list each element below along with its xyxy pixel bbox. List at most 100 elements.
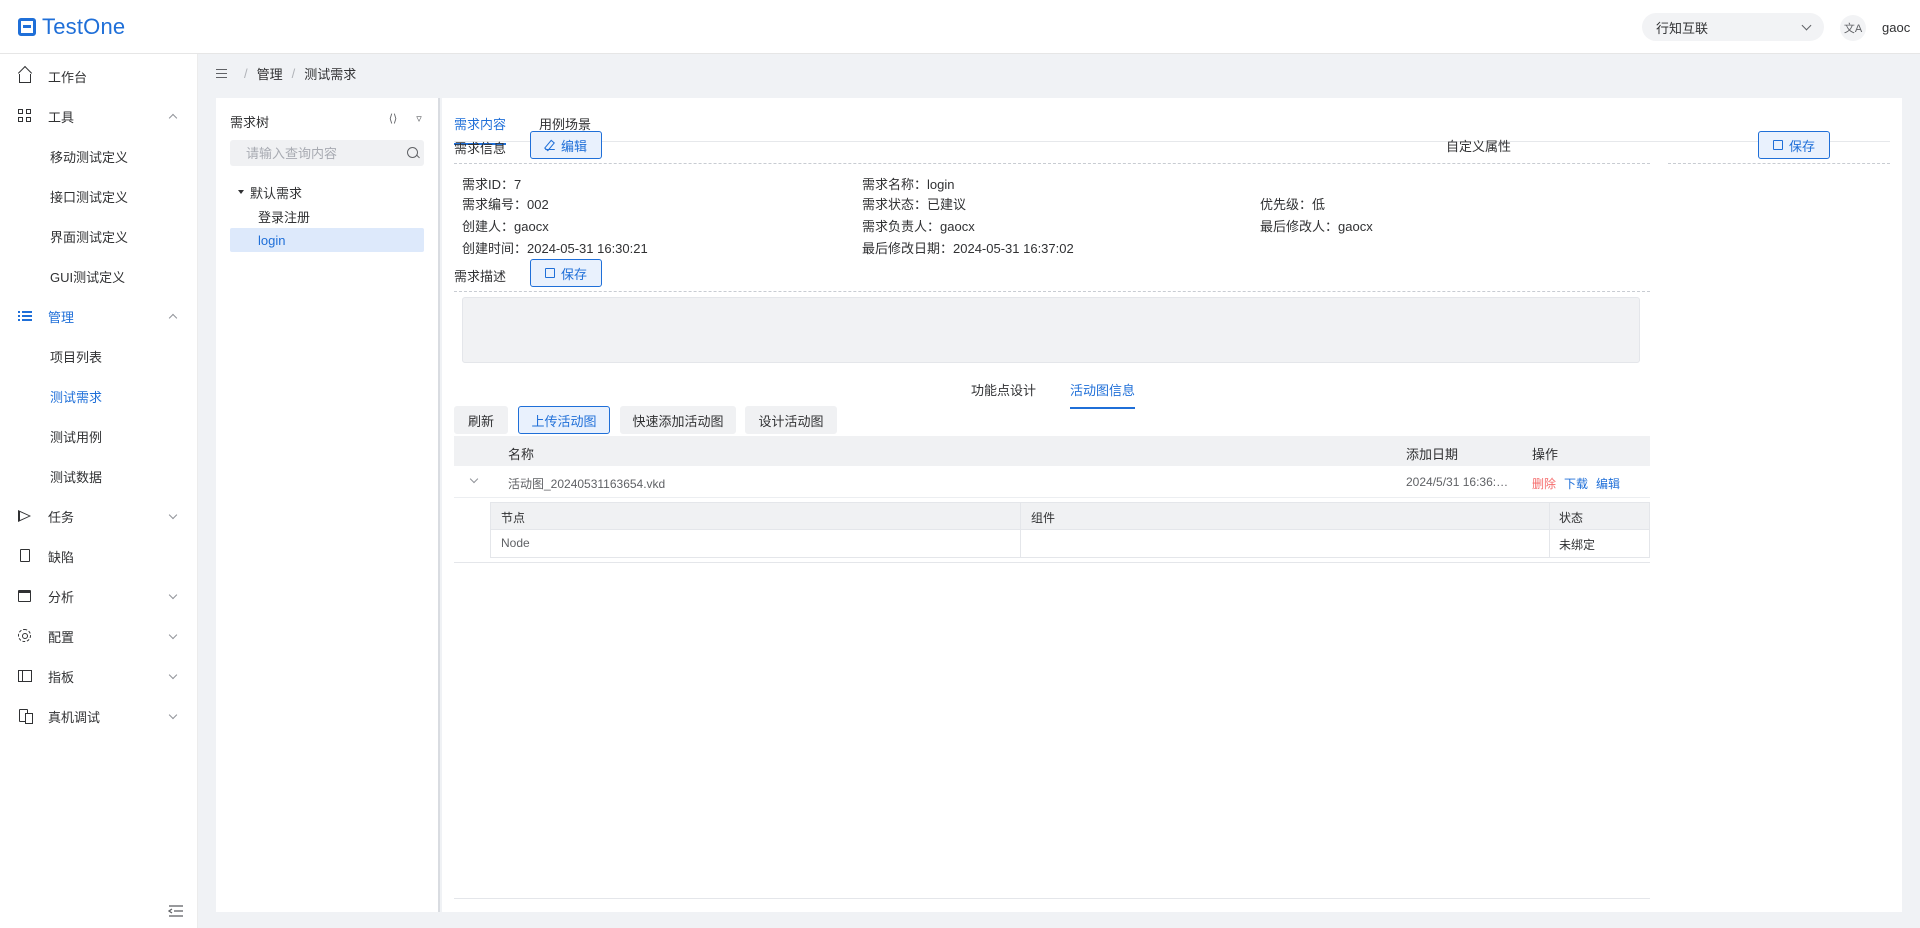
sidebar-item-tasks[interactable]: 任务 <box>0 496 198 536</box>
filter-icon[interactable]: ▿ <box>412 112 426 126</box>
app-logo[interactable]: TestOne <box>18 14 125 40</box>
requirement-tree-panel: 需求树 ⟨⟩ ▿ 默认需求 登录注册 login <box>216 98 438 912</box>
sidebar-item-device-debug[interactable]: 真机调试 <box>0 696 198 736</box>
sidebar-sub-test-data[interactable]: 测试数据 <box>0 456 198 496</box>
sidebar-sub-mobile-test[interactable]: 移动测试定义 <box>0 136 198 176</box>
sidebar-sub-project-list[interactable]: 项目列表 <box>0 336 198 376</box>
main-panel: 需求内容 用例场景 需求信息 编辑 自定义属性 保存 需求ID：7 需求名称：l… <box>442 98 1902 912</box>
expand-row-icon[interactable] <box>469 474 479 484</box>
sidebar-item-manage[interactable]: 管理 <box>0 296 198 336</box>
list-icon <box>18 309 32 323</box>
user-name[interactable]: gaoc <box>1882 20 1910 35</box>
save-icon <box>1772 140 1783 150</box>
custom-attr-title: 自定义属性 <box>1446 139 1512 154</box>
unbound-status-link[interactable]: 未绑定 <box>1559 536 1595 553</box>
design-diagram-button[interactable]: 设计活动图 <box>745 406 837 434</box>
breadcrumb: / 管理 / 测试需求 <box>216 64 356 83</box>
sidebar-item-label: 分析 <box>48 589 75 605</box>
sidebar-item-config[interactable]: 配置 <box>0 616 198 656</box>
sidebar-item-tools[interactable]: 工具 <box>0 96 198 136</box>
table-row: 活动图_20240531163654.vkd 2024/5/31 16:36:…… <box>454 466 1650 498</box>
subtab-feature-design[interactable]: 功能点设计 <box>971 380 1036 407</box>
search-icon[interactable] <box>407 147 418 158</box>
field-created-time: 创建时间：2024-05-31 16:30:21 <box>462 241 648 256</box>
description-textarea[interactable] <box>462 297 1640 363</box>
column-header-date: 添加日期 <box>1406 447 1459 462</box>
subtab-activity-diagram[interactable]: 活动图信息 <box>1070 380 1136 409</box>
desc-section-title: 需求描述 <box>454 269 507 284</box>
breadcrumb-item[interactable]: 管理 <box>257 64 283 83</box>
quick-add-diagram-button[interactable]: 快速添加活动图 <box>620 406 736 434</box>
upload-diagram-button[interactable]: 上传活动图 <box>518 406 610 434</box>
save-icon <box>544 268 555 278</box>
sidebar-item-label: 指板 <box>48 669 75 685</box>
gear-icon <box>18 629 32 643</box>
sidebar-item-label: 真机调试 <box>48 709 101 725</box>
download-link[interactable]: 下载 <box>1564 475 1588 492</box>
sidebar-item-analysis[interactable]: 分析 <box>0 576 198 616</box>
refresh-button[interactable]: 刷新 <box>454 406 508 434</box>
chevron-down-icon <box>168 670 178 680</box>
diagram-name: 活动图_20240531163654.vkd <box>508 477 666 491</box>
sidebar-sub-gui-test[interactable]: GUI测试定义 <box>0 256 198 296</box>
chevron-down-icon <box>168 510 178 520</box>
field-status: 需求状态：已建议 <box>862 197 967 212</box>
logo-icon <box>18 18 36 36</box>
column-header-ops: 操作 <box>1532 447 1559 462</box>
edit-button-label: 编辑 <box>560 138 587 154</box>
custom-save-button[interactable]: 保存 <box>1758 131 1830 159</box>
collapse-sidebar-icon[interactable] <box>167 904 184 918</box>
chevron-up-icon <box>168 113 178 123</box>
desc-save-button[interactable]: 保存 <box>530 259 602 287</box>
divider <box>1668 163 1890 164</box>
field-priority: 优先级：低 <box>1260 197 1326 212</box>
field-modified-time: 最后修改日期：2024-05-31 16:37:02 <box>862 241 1074 256</box>
delete-link[interactable]: 删除 <box>1532 475 1556 492</box>
divider <box>454 562 1650 563</box>
sidebar-item-defects[interactable]: 缺陷 <box>0 536 198 576</box>
sidebar-sub-test-cases[interactable]: 测试用例 <box>0 416 198 456</box>
tree-node-label: 默认需求 <box>250 185 303 201</box>
column-header-status: 状态 <box>1559 511 1584 525</box>
field-code: 需求编号：002 <box>462 197 549 212</box>
home-icon <box>18 69 32 83</box>
edit-button[interactable]: 编辑 <box>530 131 602 159</box>
field-creator: 创建人：gaocx <box>462 219 549 234</box>
node-table-header: 节点 组件 状态 <box>490 502 1650 530</box>
tree-node-root[interactable]: 默认需求 <box>230 180 424 204</box>
top-header: TestOne 行知互联 文A gaoc <box>0 0 1920 54</box>
sidebar-sub-test-requirements[interactable]: 测试需求 <box>0 376 198 416</box>
field-owner: 需求负责人：gaocx <box>862 219 975 234</box>
project-select[interactable]: 行知互联 <box>1642 13 1824 41</box>
tree-title: 需求树 <box>230 115 270 130</box>
menu-icon[interactable] <box>216 69 227 79</box>
sidebar-sub-ui-test[interactable]: 界面测试定义 <box>0 216 198 256</box>
sidebar-sub-api-test[interactable]: 接口测试定义 <box>0 176 198 216</box>
panel-splitter[interactable] <box>438 98 440 912</box>
save-button-label: 保存 <box>1788 138 1815 154</box>
tree-node-child[interactable]: 登录注册 <box>230 204 424 228</box>
divider <box>454 163 1650 164</box>
table-row: Node 未绑定 <box>490 530 1650 558</box>
edit-link[interactable]: 编辑 <box>1596 475 1620 492</box>
send-icon <box>18 509 32 523</box>
language-icon[interactable]: 文A <box>1840 15 1866 41</box>
sidebar-item-workbench[interactable]: 工作台 <box>0 56 198 96</box>
chevron-down-icon <box>168 590 178 600</box>
sidebar-item-label: 任务 <box>48 509 75 525</box>
field-name: 需求名称：login <box>862 177 955 192</box>
tree-search-input[interactable] <box>230 140 424 166</box>
column-header-node: 节点 <box>501 511 526 525</box>
tree-node-child-selected[interactable]: login <box>230 228 424 252</box>
diagram-table-header: 名称 添加日期 操作 <box>454 436 1650 466</box>
sidebar-item-board[interactable]: 指板 <box>0 656 198 696</box>
sidebar-item-label: 缺陷 <box>48 549 75 565</box>
chevron-down-icon <box>1801 20 1812 30</box>
diagram-date: 2024/5/31 16:36:… <box>1406 475 1509 489</box>
info-section-title: 需求信息 <box>454 141 507 156</box>
expand-collapse-icon[interactable]: ⟨⟩ <box>386 112 400 126</box>
chevron-up-icon <box>168 313 178 323</box>
breadcrumb-current: 测试需求 <box>304 67 357 82</box>
grid-icon <box>18 109 32 123</box>
sidebar-item-label: 管理 <box>48 309 75 325</box>
